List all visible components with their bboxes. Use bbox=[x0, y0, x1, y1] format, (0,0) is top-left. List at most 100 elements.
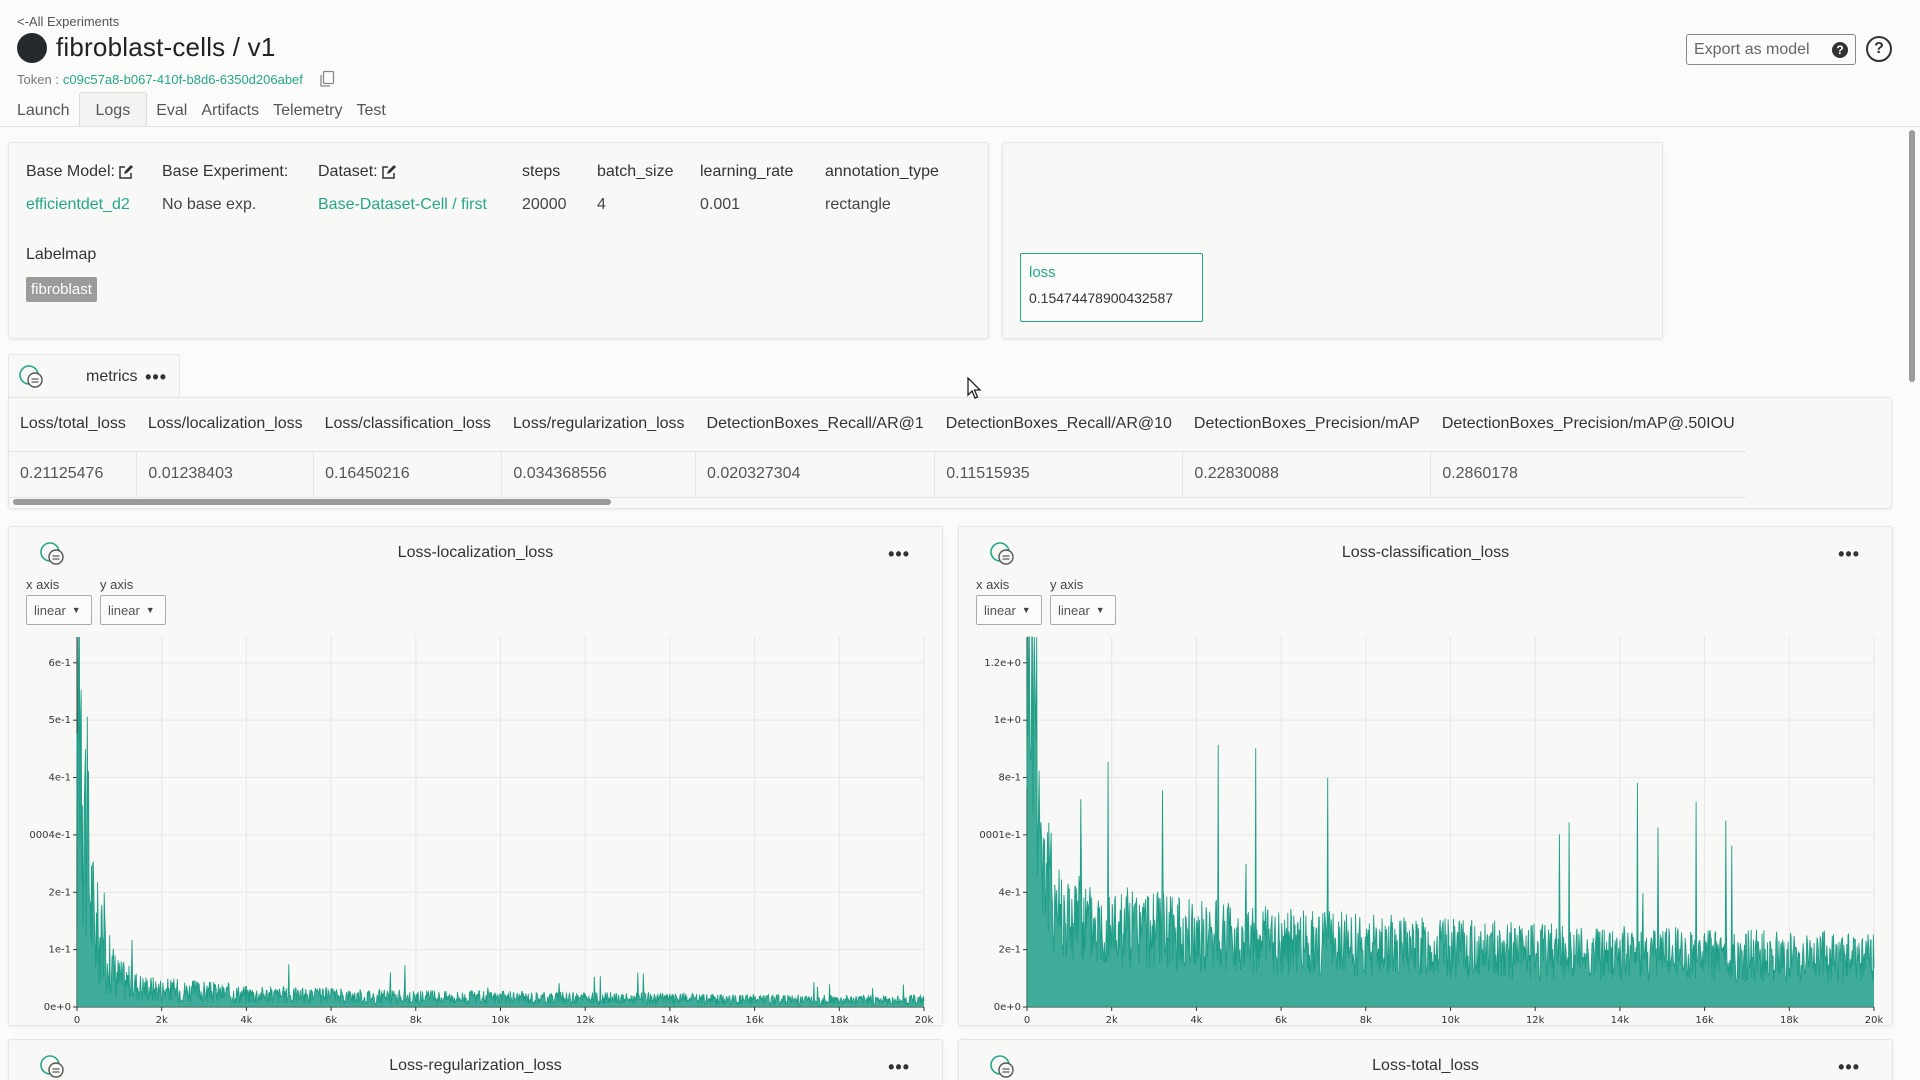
chart-card-total: Loss-total_loss ••• bbox=[958, 1039, 1893, 1080]
metrics-cell: 0.01238403 bbox=[136, 450, 314, 498]
tab-eval[interactable]: Eval bbox=[149, 92, 194, 126]
loss-localization-chart[interactable]: 0 2k 4k 6k 8k 10k 12k 14k 16k 18k 20k 0e+0 1e-1 2e-1 0… bbox=[9, 627, 944, 1027]
loss-summary-card: loss 0.15474478900432587 bbox=[1002, 142, 1663, 339]
page-vertical-scrollbar[interactable] bbox=[1909, 130, 1915, 382]
page-title: fibroblast-cells / v1 bbox=[56, 32, 276, 62]
tabs-divider bbox=[0, 126, 1920, 127]
metrics-table: Loss/total_loss Loss/localization_loss L… bbox=[9, 398, 1746, 498]
chart-card-classification: Loss-classification_loss ••• x axis y ax… bbox=[958, 526, 1893, 1026]
y-tick-label: 2e-1 bbox=[49, 887, 72, 898]
y-axis-scale-value: linear bbox=[108, 602, 140, 618]
x-axis-scale-select[interactable]: linear ▼ bbox=[976, 595, 1042, 625]
metrics-cell: 0.11515935 bbox=[934, 450, 1183, 498]
y-tick-label: 1e-1 bbox=[49, 945, 72, 956]
metrics-cell: 0.034368556 bbox=[501, 450, 696, 498]
base-model-label: Base Model: bbox=[26, 163, 115, 180]
y-axis-caption: y axis bbox=[1050, 577, 1084, 592]
metrics-column-header: Loss/localization_loss bbox=[147, 415, 303, 433]
token-value[interactable]: c09c57a8-b067-410f-b8d6-6350d206abef bbox=[63, 72, 303, 87]
y-tick-label: 4e-1 bbox=[49, 773, 72, 784]
y-tick-label: 4e-1 bbox=[999, 887, 1022, 898]
y-axis-scale-value: linear bbox=[1058, 602, 1090, 618]
dataset-header: Dataset: bbox=[318, 163, 397, 181]
annotation-type-label: annotation_type bbox=[825, 163, 939, 180]
back-to-experiments-link[interactable]: <-All Experiments bbox=[17, 14, 119, 29]
metrics-table-card: Loss/total_loss Loss/localization_loss L… bbox=[8, 397, 1892, 509]
y-axis-scale-select[interactable]: linear ▼ bbox=[1050, 595, 1116, 625]
chevron-down-icon: ▼ bbox=[71, 605, 81, 615]
metrics-cell: 0.22830088 bbox=[1182, 450, 1431, 498]
more-options-icon[interactable]: ••• bbox=[888, 1057, 910, 1078]
x-tick-label: 12k bbox=[576, 1015, 595, 1026]
more-options-icon[interactable]: ••• bbox=[145, 367, 167, 388]
labelmap-chip: fibroblast bbox=[26, 277, 97, 302]
loss-value: 0.15474478900432587 bbox=[1029, 290, 1174, 306]
base-experiment-label: Base Experiment: bbox=[162, 163, 289, 180]
comment-icon[interactable] bbox=[18, 364, 46, 390]
loss-box[interactable]: loss 0.15474478900432587 bbox=[1020, 253, 1203, 322]
x-axis-scale-value: linear bbox=[34, 602, 66, 618]
annotation-type-value: rectangle bbox=[825, 196, 891, 213]
copy-icon[interactable] bbox=[319, 70, 335, 88]
tab-test[interactable]: Test bbox=[349, 92, 392, 126]
metrics-value-row: 0.21125476 0.01238403 0.16450216 0.03436… bbox=[9, 450, 1746, 498]
base-model-header: Base Model: bbox=[26, 163, 134, 181]
more-options-icon[interactable]: ••• bbox=[1838, 544, 1860, 565]
batch-size-label: batch_size bbox=[597, 163, 674, 180]
metrics-panel-tab[interactable]: metrics ••• bbox=[8, 354, 180, 398]
avatar bbox=[17, 32, 47, 63]
experiment-logs-page: <-All Experiments fibroblast-cells / v1 … bbox=[0, 0, 1920, 1080]
tab-logs[interactable]: Logs bbox=[78, 92, 148, 126]
metrics-column-header: Loss/total_loss bbox=[20, 415, 126, 433]
y-tick-label: 0e+0 bbox=[44, 1002, 71, 1013]
metrics-column-header: Loss/regularization_loss bbox=[512, 415, 685, 433]
tab-artifacts[interactable]: Artifacts bbox=[194, 92, 266, 126]
x-tick-label: 18k bbox=[1780, 1015, 1799, 1026]
metrics-cell: 0.020327304 bbox=[695, 450, 935, 498]
export-as-model-button[interactable]: Export as model ? bbox=[1686, 34, 1856, 65]
y-axis-scale-select[interactable]: linear ▼ bbox=[100, 595, 166, 625]
dataset-label: Dataset: bbox=[318, 163, 378, 180]
learning-rate-value: 0.001 bbox=[700, 196, 741, 213]
steps-value: 20000 bbox=[522, 196, 567, 213]
labelmap-title: Labelmap bbox=[26, 246, 97, 263]
edit-dataset-icon[interactable] bbox=[381, 164, 397, 180]
metrics-scrollbar-thumb[interactable] bbox=[13, 499, 611, 505]
export-as-model-label: Export as model bbox=[1694, 40, 1810, 58]
token-label: Token : bbox=[17, 71, 59, 87]
x-tick-label: 14k bbox=[661, 1015, 680, 1026]
x-tick-label: 6k bbox=[1275, 1015, 1287, 1026]
metrics-column-header: DetectionBoxes_Precision/mAP@.50IOU bbox=[1441, 415, 1735, 433]
x-tick-label: 2k bbox=[156, 1015, 168, 1026]
dataset-value[interactable]: Base-Dataset-Cell / first bbox=[318, 196, 487, 214]
more-options-icon[interactable]: ••• bbox=[888, 544, 910, 565]
y-tick-label: 5e-1 bbox=[49, 715, 72, 726]
batch-size-value: 4 bbox=[597, 196, 606, 213]
chart-title: Loss-classification_loss bbox=[1341, 544, 1510, 561]
metrics-column-header: DetectionBoxes_Recall/AR@1 bbox=[706, 415, 924, 433]
x-axis-caption: x axis bbox=[976, 577, 1010, 592]
base-model-value[interactable]: efficientdet_d2 bbox=[26, 196, 130, 214]
metrics-column-header: Loss/classification_loss bbox=[324, 415, 491, 433]
y-tick-label: 0e+0 bbox=[994, 1002, 1021, 1013]
metrics-column-header: DetectionBoxes_Precision/mAP bbox=[1193, 415, 1420, 433]
tab-launch[interactable]: Launch bbox=[10, 92, 77, 126]
x-tick-label: 20k bbox=[915, 1015, 934, 1026]
learning-rate-label: learning_rate bbox=[700, 163, 794, 180]
x-tick-label: 8k bbox=[410, 1015, 422, 1026]
export-help-icon[interactable]: ? bbox=[1832, 41, 1848, 58]
help-icon[interactable]: ? bbox=[1866, 36, 1892, 62]
loss-classification-chart[interactable]: 0 2k 4k 6k 8k 10k 12k 14k 16k 18k 20k 0e+0 2e-1 4e-1 0… bbox=[959, 627, 1894, 1027]
tab-telemetry[interactable]: Telemetry bbox=[266, 92, 349, 126]
y-tick-label: 1e+0 bbox=[994, 715, 1021, 726]
metrics-column-header: DetectionBoxes_Recall/AR@10 bbox=[945, 415, 1172, 433]
x-axis-scale-select[interactable]: linear ▼ bbox=[26, 595, 92, 625]
edit-base-model-icon[interactable] bbox=[118, 164, 134, 180]
x-tick-label: 6k bbox=[325, 1015, 337, 1026]
title-row: fibroblast-cells / v1 bbox=[17, 32, 276, 63]
more-options-icon[interactable]: ••• bbox=[1838, 1057, 1860, 1078]
metrics-cell: 0.2860178 bbox=[1430, 450, 1746, 498]
token-row: Token : c09c57a8-b067-410f-b8d6-6350d206… bbox=[17, 70, 335, 88]
metrics-cell: 0.16450216 bbox=[313, 450, 502, 498]
x-tick-label: 16k bbox=[1695, 1015, 1714, 1026]
